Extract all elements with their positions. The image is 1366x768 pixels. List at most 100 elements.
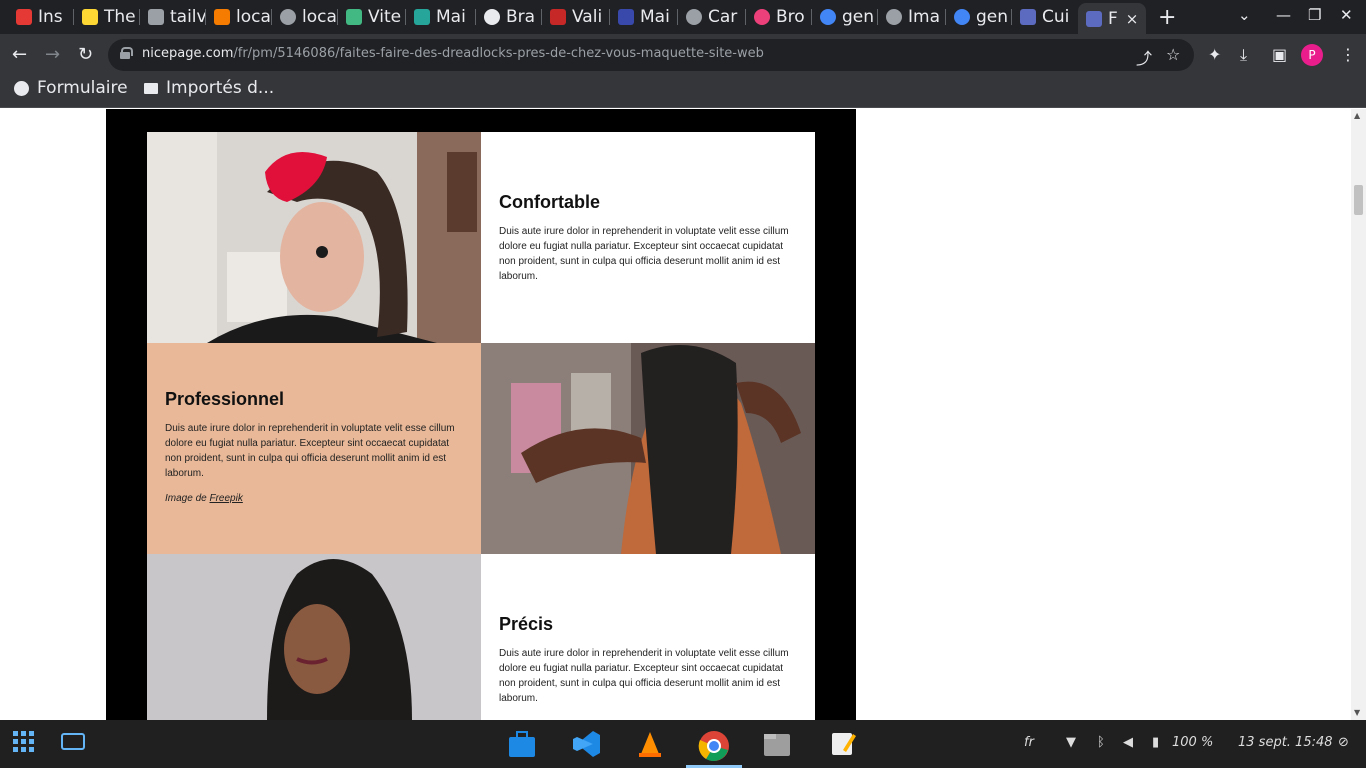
- photo-braids-woman: [147, 554, 481, 720]
- task-view-icon[interactable]: [60, 730, 90, 758]
- scroll-up-icon[interactable]: ▲: [1354, 111, 1360, 120]
- tab-strip: Ins The tailv loca loca Vite Mai Bra Val…: [0, 0, 1366, 34]
- browser-tab[interactable]: Cui: [1012, 3, 1078, 31]
- tab-favicon: [686, 9, 702, 25]
- tab-favicon: [1086, 10, 1102, 27]
- tab-favicon: [754, 9, 770, 25]
- tab-favicon: [886, 9, 902, 25]
- bookmark-folder[interactable]: Importés d...: [144, 78, 274, 98]
- tab-favicon: [148, 9, 164, 25]
- bookmarks-bar: Formulaire Importés d...: [0, 76, 1366, 108]
- image-credit: Image de Freepik: [165, 493, 243, 504]
- browser-tab[interactable]: gen: [812, 3, 878, 31]
- feature-card-confortable: Confortable Duis aute irure dolor in rep…: [481, 132, 815, 343]
- photo-illustration: [147, 554, 481, 720]
- browser-tab[interactable]: Ima: [878, 3, 946, 31]
- vscode-icon[interactable]: [571, 730, 601, 758]
- folder-icon: [144, 82, 158, 94]
- feature-title: Professionnel: [165, 389, 285, 409]
- tab-favicon: [550, 9, 566, 25]
- tab-favicon: [16, 9, 32, 25]
- reload-icon[interactable]: ↻: [78, 44, 93, 65]
- store-icon[interactable]: [507, 730, 537, 758]
- extensions-icon[interactable]: ✦: [1208, 45, 1221, 64]
- side-panel-icon[interactable]: ▣: [1272, 45, 1287, 64]
- browser-tab[interactable]: Mai: [406, 3, 476, 31]
- tab-favicon: [214, 9, 230, 25]
- browser-tab[interactable]: Car: [678, 3, 746, 31]
- lock-icon: [120, 47, 133, 59]
- tab-favicon: [954, 9, 970, 25]
- browser-tab[interactable]: Vali: [542, 3, 610, 31]
- os-taskbar: fr ▼ ᛒ ◀ ▮ 100 % 13 sept. 15:48 ⊘: [0, 720, 1366, 768]
- app-grid-icon[interactable]: [12, 730, 42, 758]
- photo-illustration: [147, 132, 481, 343]
- chrome-icon[interactable]: [698, 730, 729, 762]
- wifi-icon[interactable]: ▼: [1066, 735, 1076, 750]
- address-bar[interactable]: nicepage.com/fr/pm/5146086/faites-faire-…: [108, 39, 1194, 71]
- feature-body: Duis aute irure dolor in reprehenderit i…: [499, 226, 789, 282]
- feature-body: Duis aute irure dolor in reprehenderit i…: [165, 423, 455, 479]
- notifications-off-icon[interactable]: ⊘: [1338, 735, 1349, 750]
- tab-favicon: [618, 9, 634, 25]
- volume-icon[interactable]: ◀: [1123, 735, 1133, 750]
- browser-tab[interactable]: Ins: [8, 3, 74, 31]
- browser-tab[interactable]: Mai: [610, 3, 678, 31]
- close-window-icon[interactable]: ✕: [1340, 6, 1353, 24]
- browser-tab[interactable]: Vite: [338, 3, 406, 31]
- files-icon[interactable]: [762, 730, 792, 758]
- forward-icon[interactable]: →: [45, 44, 60, 65]
- notes-icon[interactable]: [829, 730, 859, 758]
- bluetooth-icon[interactable]: ᛒ: [1097, 735, 1105, 750]
- browser-tab[interactable]: gen: [946, 3, 1012, 31]
- new-tab-button[interactable]: +: [1158, 5, 1176, 30]
- back-icon[interactable]: ←: [12, 44, 27, 65]
- scroll-thumb[interactable]: [1354, 185, 1363, 215]
- battery-icon[interactable]: ▮: [1152, 735, 1159, 750]
- browser-tab[interactable]: tailv: [140, 3, 206, 31]
- browser-toolbar: ← → ↻ nicepage.com/fr/pm/5146086/faites-…: [0, 34, 1366, 76]
- globe-icon: [14, 80, 29, 96]
- feature-card-precis: Précis Duis aute irure dolor in reprehen…: [481, 554, 815, 720]
- minimize-icon[interactable]: —: [1276, 6, 1291, 24]
- url-text: nicepage.com/fr/pm/5146086/faites-faire-…: [142, 46, 764, 61]
- bookmark-item[interactable]: Formulaire: [14, 78, 128, 98]
- browser-tab[interactable]: loca: [206, 3, 272, 31]
- keyboard-language[interactable]: fr: [1024, 735, 1034, 750]
- browser-tab[interactable]: Bro: [746, 3, 812, 31]
- feature-card-professionnel: Professionnel Duis aute irure dolor in r…: [147, 343, 481, 554]
- share-icon[interactable]: ⤴: [1136, 45, 1152, 69]
- clock[interactable]: 13 sept. 15:48: [1238, 735, 1333, 750]
- tab-favicon: [414, 9, 430, 25]
- page-viewport: Confortable Duis aute irure dolor in rep…: [0, 109, 1366, 720]
- mockup-frame: Confortable Duis aute irure dolor in rep…: [106, 109, 856, 720]
- photo-red-hair-woman: [147, 132, 481, 343]
- photo-illustration: [481, 343, 815, 554]
- browser-tab[interactable]: The: [74, 3, 140, 31]
- freepik-link[interactable]: Freepik: [209, 493, 242, 504]
- bookmark-star-icon[interactable]: ☆: [1166, 45, 1180, 64]
- photo-braiding-hair: [481, 343, 815, 554]
- restore-icon[interactable]: ❐: [1308, 6, 1321, 24]
- tab-favicon: [280, 9, 296, 25]
- tab-favicon: [820, 9, 836, 25]
- tab-favicon: [484, 9, 500, 25]
- download-icon[interactable]: ⤓: [1240, 45, 1247, 65]
- vlc-icon[interactable]: [635, 730, 665, 758]
- feature-title: Confortable: [499, 192, 600, 212]
- tab-favicon: [346, 9, 362, 25]
- feature-body: Duis aute irure dolor in reprehenderit i…: [499, 648, 789, 704]
- profile-avatar[interactable]: P: [1301, 44, 1323, 66]
- tab-favicon: [82, 9, 98, 25]
- close-tab-icon[interactable]: ×: [1126, 10, 1139, 28]
- scroll-down-icon[interactable]: ▼: [1354, 708, 1360, 717]
- feature-title: Précis: [499, 614, 554, 634]
- tab-favicon: [1020, 9, 1036, 25]
- tab-search-icon[interactable]: ⌄: [1238, 6, 1251, 24]
- browser-tab[interactable]: loca: [272, 3, 338, 31]
- menu-icon[interactable]: ⋮: [1340, 45, 1356, 64]
- battery-percent: 100 %: [1172, 735, 1214, 750]
- browser-tab-active[interactable]: F ×: [1078, 3, 1146, 34]
- browser-tab[interactable]: Bra: [476, 3, 542, 31]
- page-scrollbar[interactable]: ▲ ▼: [1351, 109, 1366, 720]
